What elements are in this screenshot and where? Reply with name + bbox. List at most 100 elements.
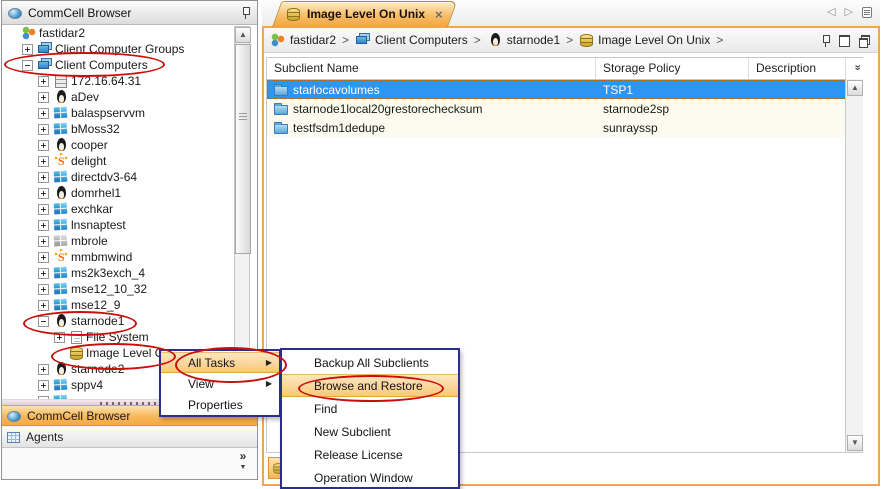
expand-icon[interactable] [22,44,33,55]
tree-item-mmbmwind[interactable]: mmbmwind [2,249,257,265]
windows-icon [53,297,70,312]
tree-item-file-system[interactable]: File System [2,329,257,345]
tree-item-domrhel1[interactable]: domrhel1 [2,185,257,201]
menu-item-release-license[interactable]: Release License [282,443,458,466]
expand-icon[interactable] [38,236,49,247]
tab-list-icon[interactable] [862,7,872,18]
folder-icon [274,86,288,96]
breadcrumb-separator: > [566,33,573,47]
menu-item-new-subclient[interactable]: New Subclient [282,420,458,443]
expand-icon[interactable] [38,268,49,279]
menu-item-properties[interactable]: Properties [161,394,279,415]
expand-icon[interactable] [38,204,49,215]
scrollbar-thumb[interactable] [235,44,251,254]
scroll-up-icon[interactable]: ▲ [847,80,863,96]
tree-item-label: delight [71,154,106,168]
tree-item-172-16-64-31[interactable]: 172.16.64.31 [2,73,257,89]
tree-item-mbrole[interactable]: mbrole [2,233,257,249]
dropdown-icon: ▼ [235,462,251,474]
expand-icon[interactable] [38,108,49,119]
tree-item-client-computer-groups[interactable]: Client Computer Groups [2,41,257,57]
maximize-icon[interactable] [839,35,850,47]
expand-icon[interactable] [38,364,49,375]
expand-icon[interactable] [38,188,49,199]
menu-item-label: Find [314,402,337,416]
scroll-down-icon[interactable]: ▼ [847,435,863,451]
menu-item-label: Properties [188,398,243,412]
sidebar-item-agents[interactable]: Agents [2,427,257,448]
tree-item-exchkar[interactable]: exchkar [2,201,257,217]
expand-icon[interactable] [38,380,49,391]
tree-item-cooper[interactable]: cooper [2,137,257,153]
expand-icon[interactable] [38,156,49,167]
tree-item-mse12-10-32[interactable]: mse12_10_32 [2,281,257,297]
expand-icon[interactable] [38,220,49,231]
expand-icon[interactable] [38,172,49,183]
menu-item-all-tasks[interactable]: All Tasks▶ [161,352,279,373]
expand-icon[interactable] [38,140,49,151]
breadcrumb-label: Client Computers [375,33,468,47]
scroll-up-icon[interactable]: ▲ [235,27,251,43]
expand-icon[interactable] [38,284,49,295]
tab-image-level-on-unix[interactable]: Image Level On Unix × [272,1,448,27]
tree-item-balaspservvm[interactable]: balaspservvm [2,105,257,121]
pin-icon[interactable] [241,6,251,19]
storage-policy-cell: TSP1 [596,80,749,99]
table-scrollbar[interactable]: ▲ ▼ [845,79,863,452]
tree-item-starnode1[interactable]: starnode1 [2,313,257,329]
nav-back-icon[interactable]: ◁ [827,5,835,19]
tree-item-bmoss32[interactable]: bMoss32 [2,121,257,137]
tree-item-adev[interactable]: aDev [2,89,257,105]
pin-icon[interactable] [821,34,831,47]
subclient-name-cell: testfsdm1dedupe [267,118,596,137]
expand-icon[interactable] [54,332,65,343]
nav-forward-icon[interactable]: ▷ [845,5,853,19]
menu-item-find[interactable]: Find [282,397,458,420]
breadcrumb-item-fastidar2[interactable]: fastidar2 [270,33,336,47]
menu-item-backup-all-subclients[interactable]: Backup All Subclients [282,351,458,374]
expand-icon[interactable] [38,252,49,263]
tree-item-mse12-9[interactable]: mse12_9 [2,297,257,313]
tree-item-label: starnode1 [71,314,124,328]
tray-overflow-button[interactable]: » ▼ [235,450,251,474]
breadcrumb-item-starnode1[interactable]: starnode1 [487,33,560,47]
menu-item-operation-window[interactable]: Operation Window [282,466,458,489]
tree-item-fastidar2[interactable]: fastidar2 [2,25,257,41]
subclient-name: starlocavolumes [293,83,380,97]
collapse-icon[interactable] [38,316,49,327]
menu-item-browse-and-restore[interactable]: Browse and Restore [282,374,458,397]
expand-icon[interactable] [38,92,49,103]
tree-scrollbar[interactable]: ▲ [234,26,250,398]
solaris-icon [53,154,69,168]
breadcrumb-item-image-level-on-unix[interactable]: Image Level On Unix [579,33,710,47]
table-row-testfsdm1dedupe[interactable]: testfsdm1dedupesunrayssp [267,118,863,137]
breadcrumb: fastidar2>Client Computers>starnode1>Ima… [264,28,878,53]
tree-item-label: Image Level On [86,346,171,360]
tree-item-delight[interactable]: delight [2,153,257,169]
tree-item-directdv3-64[interactable]: directdv3-64 [2,169,257,185]
table-row-starnode1local20grestorechecksum[interactable]: starnode1local20grestorechecksumstarnode… [267,99,863,118]
column-header-description[interactable]: Description [749,58,846,79]
tree-item-ms2k3exch-4[interactable]: ms2k3exch_4 [2,265,257,281]
tree-item-lnsnaptest[interactable]: lnsnaptest [2,217,257,233]
breadcrumb-separator: > [342,33,349,47]
linux-icon [53,138,69,152]
linux-icon [53,186,69,200]
column-header-storage-policy[interactable]: Storage Policy [596,58,749,79]
restore-icon[interactable] [858,34,870,46]
menu-item-view[interactable]: View▶ [161,373,279,394]
expand-icon[interactable] [38,300,49,311]
collapse-icon[interactable] [22,60,33,71]
table-row-starlocavolumes[interactable]: starlocavolumes TSP1 [267,80,863,99]
tree-item-label: mbrole [71,234,108,248]
tab-close-icon[interactable]: × [435,7,443,22]
column-header-subclient-name[interactable]: Subclient Name [267,58,596,79]
column-chooser-icon[interactable]: » [851,64,862,70]
tab-strip: Image Level On Unix × ◁ ▷ [262,0,880,27]
windows-icon [53,265,70,280]
tree-item-client-computers[interactable]: Client Computers [2,57,257,73]
expand-icon[interactable] [38,124,49,135]
expand-icon[interactable] [38,76,49,87]
breadcrumb-item-client-computers[interactable]: Client Computers [355,33,468,47]
commcell-browser-icon [8,8,22,19]
